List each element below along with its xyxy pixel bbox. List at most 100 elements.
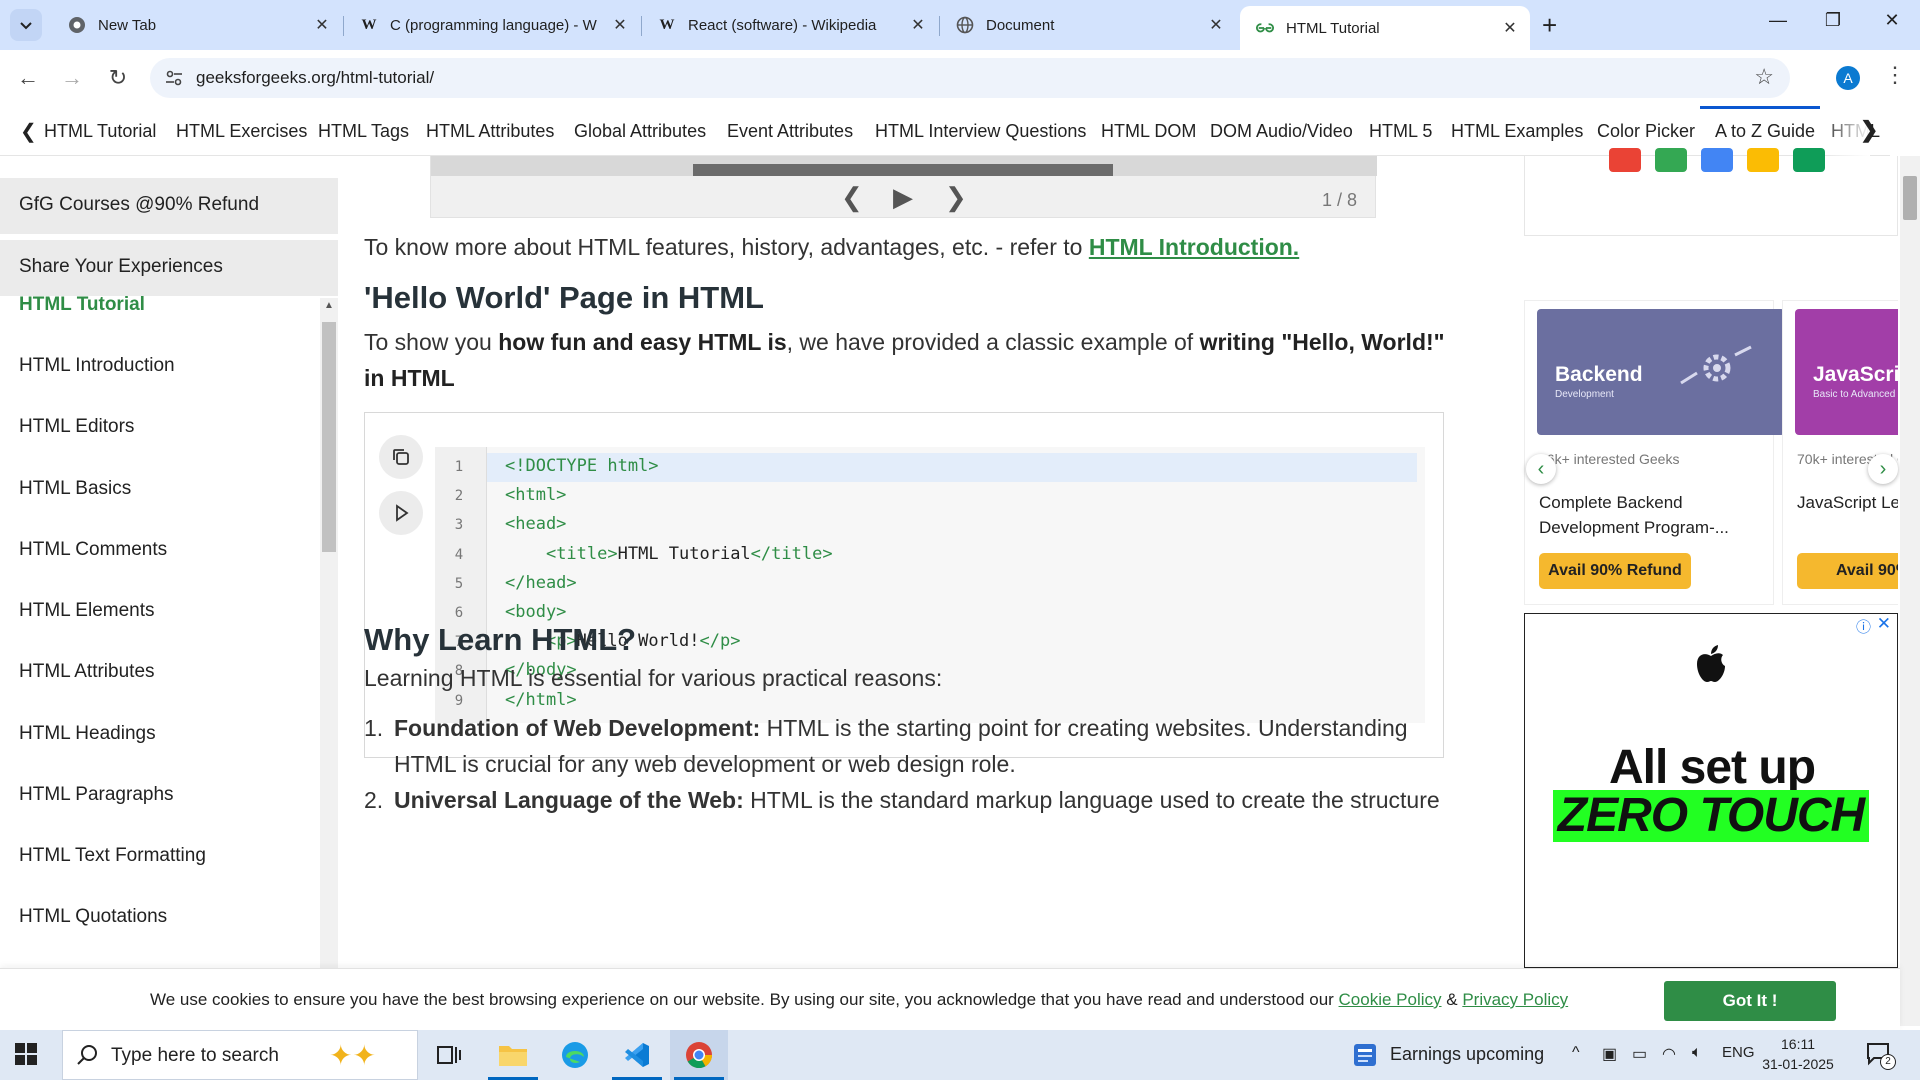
carousel-next-icon[interactable]: › bbox=[1868, 454, 1898, 484]
news-widget-icon[interactable] bbox=[1352, 1042, 1378, 1068]
topic-link[interactable]: HTML Exercises bbox=[176, 121, 307, 142]
play-slide-icon[interactable]: ▶ bbox=[893, 182, 913, 213]
address-bar[interactable]: geeksforgeeks.org/html-tutorial/ ☆ bbox=[150, 58, 1790, 98]
close-tab-icon[interactable]: ✕ bbox=[1500, 18, 1520, 38]
wifi-icon[interactable]: ◠ bbox=[1662, 1044, 1676, 1064]
tab-search-button[interactable] bbox=[10, 9, 42, 41]
news-widget-text[interactable]: Earnings upcoming bbox=[1390, 1044, 1544, 1065]
chrome-taskbar-icon[interactable] bbox=[670, 1030, 728, 1080]
sidebar-item[interactable]: HTML Comments bbox=[19, 539, 167, 561]
course-title[interactable]: JavaScript Learn Jav bbox=[1797, 490, 1898, 515]
course-title[interactable]: Complete Backend Development Program-... bbox=[1539, 490, 1749, 540]
advertisement[interactable]: ⓘ ✕ All set up ZERO TOUCH bbox=[1524, 613, 1898, 968]
url-text: geeksforgeeks.org/html-tutorial/ bbox=[196, 68, 435, 87]
topic-link[interactable]: HTML Attributes bbox=[426, 121, 554, 142]
next-slide-icon[interactable]: ❯ bbox=[945, 182, 967, 213]
chevron-right-icon[interactable]: ❯ bbox=[1860, 117, 1878, 143]
ad-info-icon[interactable]: ⓘ bbox=[1856, 616, 1871, 637]
back-arrow-icon[interactable]: ← bbox=[12, 62, 44, 94]
tab-document[interactable]: Document ✕ bbox=[940, 6, 1236, 44]
topic-link[interactable]: Event Attributes bbox=[727, 121, 853, 142]
bookmark-star-icon[interactable]: ☆ bbox=[1754, 64, 1774, 90]
course-card-backend[interactable]: Backend Development 26k+ interested Geek… bbox=[1524, 300, 1785, 605]
meet-now-icon[interactable]: ▣ bbox=[1602, 1044, 1617, 1064]
sidebar-item[interactable]: HTML Elements bbox=[19, 600, 155, 622]
sidebar-scrollbar[interactable]: ▲ bbox=[320, 298, 338, 968]
sidebar-share-experiences[interactable]: Share Your Experiences bbox=[0, 240, 338, 296]
tab-new-tab[interactable]: New Tab ✕ bbox=[52, 6, 342, 44]
sidebar-item[interactable]: HTML Text Formatting bbox=[19, 845, 206, 867]
scrollbar-thumb[interactable] bbox=[322, 322, 336, 552]
tab-react[interactable]: W React (software) - Wikipedia ✕ bbox=[642, 6, 938, 44]
file-explorer-icon[interactable] bbox=[484, 1030, 542, 1080]
task-view-icon[interactable] bbox=[420, 1030, 478, 1080]
taskbar-search[interactable]: Type here to search ✦✦ bbox=[62, 1030, 418, 1080]
notification-center[interactable]: 2 bbox=[1866, 1042, 1896, 1071]
avail-refund-button[interactable]: Avail 90% bbox=[1797, 553, 1898, 589]
topic-link[interactable]: HTML Tags bbox=[318, 121, 409, 142]
forward-arrow-icon[interactable]: → bbox=[56, 62, 88, 94]
meet-icon[interactable] bbox=[1793, 148, 1825, 172]
windows-start-icon[interactable] bbox=[14, 1042, 38, 1066]
close-tab-icon[interactable]: ✕ bbox=[610, 15, 630, 35]
sidebar-item[interactable]: HTML Headings bbox=[19, 723, 156, 745]
clock[interactable]: 16:11 31-01-2025 bbox=[1760, 1034, 1836, 1074]
sidebar-item[interactable]: HTML Editors bbox=[19, 416, 134, 438]
topic-link[interactable]: Global Attributes bbox=[574, 121, 706, 142]
close-tab-icon[interactable]: ✕ bbox=[908, 15, 928, 35]
chevron-left-icon[interactable]: ❮ bbox=[20, 119, 37, 144]
topic-link[interactable]: HTML Tutorial bbox=[44, 121, 156, 142]
close-tab-icon[interactable]: ✕ bbox=[312, 15, 332, 35]
sidebar-promo-courses[interactable]: GfG Courses @90% Refund bbox=[0, 178, 338, 234]
topic-link[interactable]: DOM Audio/Video bbox=[1210, 121, 1353, 142]
sidebar-item[interactable]: HTML Quotations bbox=[19, 906, 167, 928]
tab-html-tutorial[interactable]: HTML Tutorial ✕ bbox=[1240, 6, 1530, 50]
prev-slide-icon[interactable]: ❮ bbox=[841, 182, 863, 213]
run-code-button[interactable] bbox=[379, 491, 423, 535]
course-card-javascript[interactable]: JavaScript Basic to Advanced 70k+ intere… bbox=[1782, 300, 1898, 605]
docs-icon[interactable] bbox=[1747, 148, 1779, 172]
close-tab-icon[interactable]: ✕ bbox=[1206, 15, 1226, 35]
cookie-accept-button[interactable]: Got It ! bbox=[1664, 981, 1836, 1021]
vscode-icon[interactable] bbox=[608, 1030, 666, 1080]
volume-icon[interactable]: 🔈︎ bbox=[1692, 1044, 1702, 1062]
restore-icon[interactable]: ❐ bbox=[1813, 10, 1853, 31]
sidebar-item[interactable]: HTML Attributes bbox=[19, 661, 155, 683]
privacy-policy-link[interactable]: Privacy Policy bbox=[1462, 990, 1568, 1009]
sidebar-item[interactable]: HTML Introduction bbox=[19, 355, 175, 377]
language-indicator[interactable]: ENG bbox=[1722, 1044, 1755, 1061]
scroll-up-icon[interactable]: ▲ bbox=[324, 300, 334, 311]
reload-icon[interactable]: ↻ bbox=[102, 62, 134, 94]
battery-icon[interactable]: ▭ bbox=[1632, 1044, 1647, 1064]
avail-refund-button[interactable]: Avail 90% Refund bbox=[1539, 553, 1691, 589]
minimize-icon[interactable]: — bbox=[1758, 10, 1798, 31]
topic-link[interactable]: HTML DOM bbox=[1101, 121, 1196, 142]
topic-link[interactable]: HTML 5 bbox=[1369, 121, 1432, 142]
carousel-prev-icon[interactable]: ‹ bbox=[1526, 454, 1556, 484]
slideshow-controls: ❮ ▶ ❯ 1 / 8 bbox=[430, 156, 1377, 218]
html-introduction-link[interactable]: HTML Introduction. bbox=[1089, 234, 1299, 260]
tab-c-language[interactable]: W C (programming language) - W ✕ bbox=[344, 6, 640, 44]
more-menu-icon[interactable]: ⋮ bbox=[1884, 62, 1906, 88]
topic-link[interactable]: A to Z Guide bbox=[1715, 121, 1815, 142]
new-tab-plus-icon[interactable]: + bbox=[1542, 10, 1557, 41]
topic-link[interactable]: HTML Examples bbox=[1451, 121, 1583, 142]
tray-overflow-icon[interactable]: ^ bbox=[1572, 1044, 1580, 1062]
close-window-icon[interactable]: ✕ bbox=[1872, 10, 1912, 31]
profile-avatar[interactable]: A bbox=[1836, 66, 1860, 90]
site-info-icon[interactable] bbox=[164, 68, 184, 88]
scrollbar-thumb[interactable] bbox=[1903, 176, 1917, 220]
sidebar-item-html-tutorial[interactable]: HTML Tutorial bbox=[19, 294, 145, 316]
page-scrollbar[interactable] bbox=[1900, 156, 1920, 1026]
cookie-policy-link[interactable]: Cookie Policy bbox=[1339, 990, 1442, 1009]
sidebar-item[interactable]: HTML Basics bbox=[19, 478, 131, 500]
edge-icon[interactable] bbox=[546, 1030, 604, 1080]
copy-code-button[interactable] bbox=[379, 435, 423, 479]
ad-close-icon[interactable]: ✕ bbox=[1877, 614, 1891, 634]
sidebar-item[interactable]: HTML Paragraphs bbox=[19, 784, 174, 806]
gmail-icon[interactable] bbox=[1609, 148, 1641, 172]
topic-link[interactable]: Color Picker bbox=[1597, 121, 1695, 142]
calendar-icon[interactable] bbox=[1655, 148, 1687, 172]
topic-link[interactable]: HTML Interview Questions bbox=[875, 121, 1086, 142]
drive-icon[interactable] bbox=[1701, 148, 1733, 172]
